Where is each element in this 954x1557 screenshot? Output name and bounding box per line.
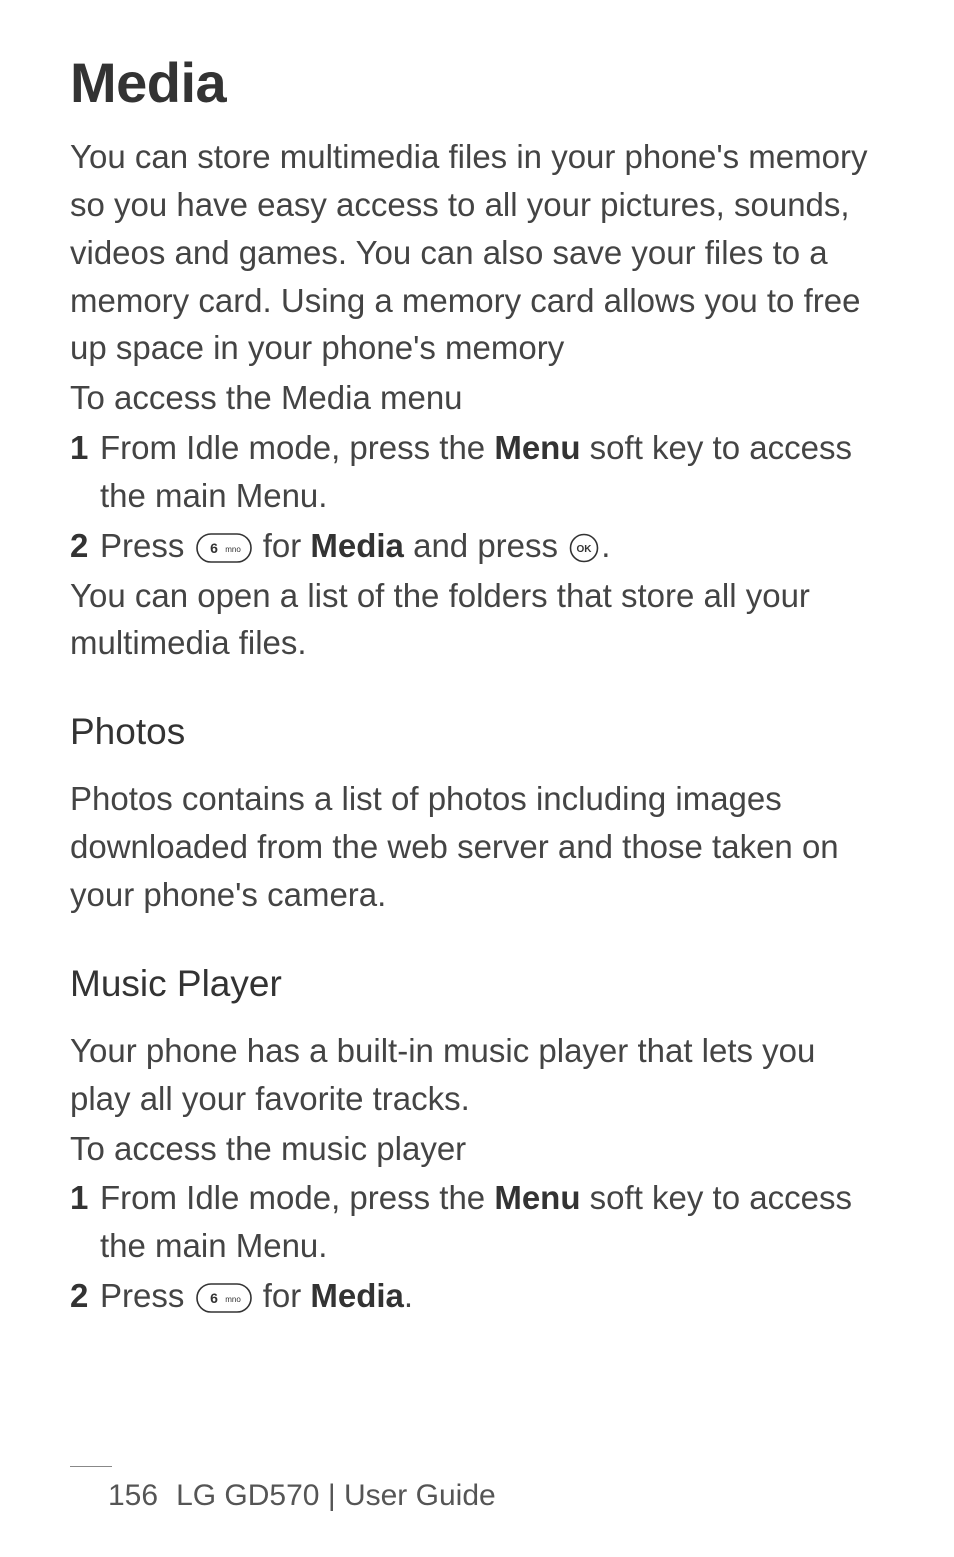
step2-bold: Media	[310, 527, 404, 564]
six-mno-key-icon: 6 mno	[196, 1283, 252, 1313]
music-step-1: 1 From Idle mode, press the Menu soft ke…	[70, 1174, 884, 1270]
footer-text: 156 LG GD570 | User Guide	[108, 1479, 884, 1513]
ok-key-icon: OK	[569, 533, 599, 563]
step1-prefix: From Idle mode, press the	[100, 429, 494, 466]
step2-prefix: Press	[100, 527, 194, 564]
page-footer: 156 LG GD570 | User Guide	[0, 1466, 954, 1513]
step-text: From Idle mode, press the Menu soft key …	[100, 424, 884, 520]
intro-paragraph: You can store multimedia files in your p…	[70, 133, 884, 372]
media-step-2: 2 Press 6 mno for Media and press OK.	[70, 522, 884, 570]
step2-mid1: for	[254, 527, 311, 564]
step-number: 1	[70, 1174, 100, 1222]
music-step2-mid: for	[254, 1277, 311, 1314]
footer-divider: |	[319, 1479, 343, 1512]
svg-text:mno: mno	[225, 545, 241, 554]
music-step2-bold: Media	[310, 1277, 404, 1314]
music-step1-prefix: From Idle mode, press the	[100, 1179, 494, 1216]
footer-rule	[70, 1466, 112, 1467]
step-text: Press 6 mno for Media and press OK.	[100, 522, 884, 570]
music-step2-suffix: .	[404, 1277, 413, 1314]
svg-text:6: 6	[210, 540, 218, 556]
step-text: Press 6 mno for Media.	[100, 1272, 884, 1320]
access-media-heading: To access the Media menu	[70, 374, 884, 422]
step-number: 1	[70, 424, 100, 472]
step2-mid2: and press	[404, 527, 567, 564]
svg-text:OK: OK	[577, 544, 593, 555]
step-number: 2	[70, 522, 100, 570]
footer-guide: User Guide	[344, 1479, 496, 1512]
page-title: Media	[70, 50, 884, 115]
folders-text: You can open a list of the folders that …	[70, 572, 884, 668]
footer-page-number: 156	[108, 1479, 158, 1512]
step2-suffix: .	[601, 527, 610, 564]
footer-device: LG GD570	[176, 1479, 319, 1512]
step-number: 2	[70, 1272, 100, 1320]
svg-text:mno: mno	[225, 1295, 241, 1304]
photos-heading: Photos	[70, 711, 884, 753]
six-mno-key-icon: 6 mno	[196, 533, 252, 563]
music-step2-prefix: Press	[100, 1277, 194, 1314]
step-text: From Idle mode, press the Menu soft key …	[100, 1174, 884, 1270]
music-step1-bold: Menu	[494, 1179, 580, 1216]
svg-text:6: 6	[210, 1290, 218, 1306]
step1-bold: Menu	[494, 429, 580, 466]
music-player-heading: Music Player	[70, 963, 884, 1005]
music-step-2: 2 Press 6 mno for Media.	[70, 1272, 884, 1320]
photos-body: Photos contains a list of photos includi…	[70, 775, 884, 919]
music-body: Your phone has a built-in music player t…	[70, 1027, 884, 1123]
music-access-heading: To access the music player	[70, 1125, 884, 1173]
media-step-1: 1 From Idle mode, press the Menu soft ke…	[70, 424, 884, 520]
